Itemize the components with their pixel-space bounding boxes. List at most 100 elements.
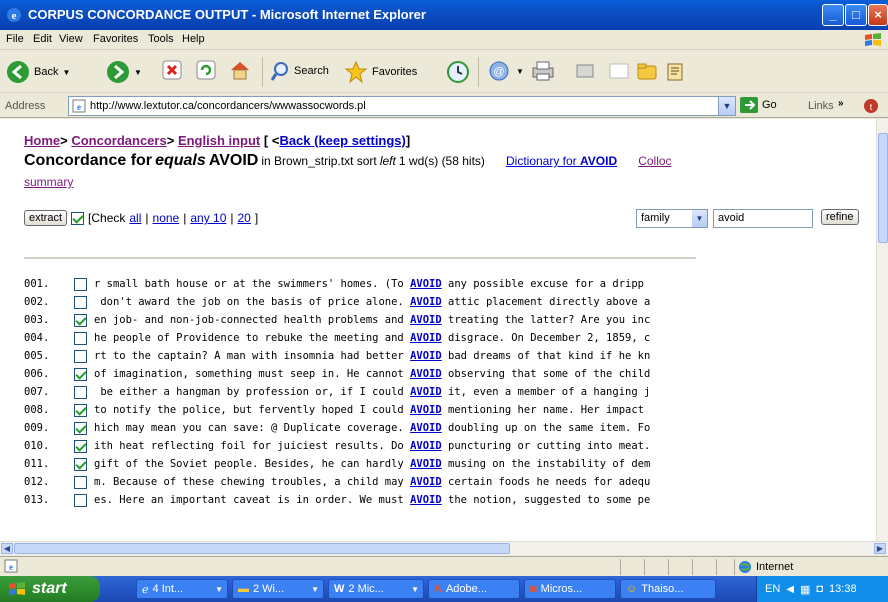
keyword-link[interactable]: AVOID: [410, 404, 442, 416]
go-button[interactable]: Go: [740, 97, 777, 113]
menu-favorites[interactable]: Favorites: [93, 33, 138, 45]
refresh-button[interactable]: [196, 60, 216, 80]
taskbar-item-windows[interactable]: ▬ 2 Wi... ▼: [232, 579, 324, 599]
scroll-right-icon[interactable]: ▶: [874, 543, 886, 554]
home-button[interactable]: [229, 60, 251, 80]
line-checkbox[interactable]: [74, 331, 87, 345]
keyword-link[interactable]: AVOID: [410, 422, 442, 434]
line-checkbox[interactable]: [74, 295, 87, 309]
url-text: http://www.lextutor.ca/concordancers/www…: [90, 100, 366, 112]
line-checkbox[interactable]: [74, 403, 87, 417]
start-label: start: [32, 580, 67, 597]
dictionary-link[interactable]: Dictionary for AVOID: [506, 154, 617, 168]
line-checkbox[interactable]: [74, 349, 87, 363]
horizontal-scrollbar[interactable]: ◀ ▶: [0, 541, 888, 555]
menu-edit[interactable]: Edit: [33, 33, 52, 45]
refine-button[interactable]: refine: [821, 209, 859, 225]
keyword-link[interactable]: AVOID: [410, 494, 442, 506]
keyword-link[interactable]: AVOID: [410, 368, 442, 380]
title-bar[interactable]: e CORPUS CONCORDANCE OUTPUT - Microsoft …: [0, 0, 888, 30]
tray-arrow-icon[interactable]: ◀: [786, 584, 794, 595]
line-checkbox[interactable]: [74, 493, 87, 507]
taskbar-item-microsoft[interactable]: ◙ Micros...: [524, 579, 616, 599]
scroll-left-icon[interactable]: ◀: [1, 543, 13, 554]
start-button[interactable]: start: [0, 576, 100, 602]
mail-button[interactable]: @ ▼: [486, 60, 524, 82]
keyword-link[interactable]: AVOID: [410, 458, 442, 470]
links-chevron-icon[interactable]: »: [838, 98, 844, 109]
colloc-link[interactable]: Colloc: [638, 154, 671, 168]
menu-help[interactable]: Help: [182, 33, 205, 45]
mail-dropdown-icon[interactable]: ▼: [516, 67, 524, 76]
check-none-link[interactable]: none: [153, 211, 180, 225]
horizontal-scroll-thumb[interactable]: [14, 543, 510, 554]
taskbar-item-adobe[interactable]: A Adobe...: [428, 579, 520, 599]
line-checkbox[interactable]: [74, 475, 87, 489]
research-button[interactable]: [664, 60, 686, 84]
menu-view[interactable]: View: [59, 33, 83, 45]
line-checkbox[interactable]: [74, 439, 87, 453]
vertical-scrollbar[interactable]: [876, 119, 888, 555]
home-link[interactable]: Home: [24, 133, 60, 148]
maximize-button[interactable]: □: [845, 4, 867, 26]
search-button[interactable]: Search: [270, 60, 329, 82]
close-button[interactable]: ×: [868, 4, 888, 26]
taskbar-item-word[interactable]: W2 Mic... ▼: [328, 579, 424, 599]
tray-volume-icon[interactable]: ◘: [816, 583, 823, 595]
vertical-scroll-thumb[interactable]: [878, 133, 888, 243]
taskbar-item-thaiso[interactable]: ☺ Thaiso...: [620, 579, 716, 599]
address-dropdown-icon[interactable]: ▼: [718, 97, 735, 115]
back-dropdown-icon[interactable]: ▼: [62, 68, 70, 77]
line-checkbox[interactable]: [74, 421, 87, 435]
stop-button[interactable]: [162, 60, 182, 80]
discuss-button[interactable]: [608, 60, 630, 82]
keyword-link[interactable]: AVOID: [410, 350, 442, 362]
line-checkbox[interactable]: [74, 385, 87, 399]
task-dropdown-icon: ▼: [311, 584, 319, 594]
line-checkbox[interactable]: [74, 313, 87, 327]
menu-tools[interactable]: Tools: [148, 33, 174, 45]
keyword-link[interactable]: AVOID: [410, 314, 442, 326]
check-all-link[interactable]: all: [129, 211, 141, 225]
search-word-input[interactable]: avoid: [713, 209, 813, 228]
language-indicator[interactable]: EN: [765, 583, 780, 595]
toolbar-extra-icon[interactable]: t: [862, 97, 880, 115]
line-checkbox[interactable]: [74, 367, 87, 381]
check-suffix-label: ]: [254, 211, 259, 225]
minimize-button[interactable]: _: [822, 4, 844, 26]
links-label[interactable]: Links: [808, 100, 834, 112]
keyword-link[interactable]: AVOID: [410, 440, 442, 452]
line-checkbox[interactable]: [74, 277, 87, 291]
address-input[interactable]: e http://www.lextutor.ca/concordancers/w…: [68, 96, 736, 116]
back-button[interactable]: Back ▼: [6, 60, 70, 84]
favorites-button[interactable]: Favorites: [344, 60, 417, 84]
mail-icon: @: [489, 61, 509, 81]
line-checkbox[interactable]: [74, 457, 87, 471]
summary-link[interactable]: summary: [24, 175, 73, 189]
edit-button[interactable]: [574, 60, 596, 82]
concordancers-link[interactable]: Concordancers: [71, 133, 166, 148]
history-button[interactable]: [446, 60, 470, 84]
check-20-link[interactable]: 20: [238, 211, 251, 225]
menu-file[interactable]: File: [6, 33, 24, 45]
family-select[interactable]: family ▼: [636, 209, 708, 228]
keyword-link[interactable]: AVOID: [410, 278, 442, 290]
forward-dropdown-icon[interactable]: ▼: [134, 68, 142, 77]
messenger-button[interactable]: [636, 60, 658, 82]
back-keep-settings-link[interactable]: Back (keep settings): [279, 133, 405, 148]
english-input-link[interactable]: English input: [178, 133, 260, 148]
star-icon: [344, 60, 368, 84]
print-button[interactable]: [530, 60, 556, 82]
check-any10-link[interactable]: any 10: [190, 211, 226, 225]
extract-button[interactable]: extract: [24, 210, 68, 226]
forward-button[interactable]: ▼: [106, 60, 142, 84]
window-title: CORPUS CONCORDANCE OUTPUT - Microsoft In…: [28, 7, 426, 22]
chevron-down-icon[interactable]: ▼: [692, 210, 707, 227]
tray-network-icon[interactable]: ▦: [800, 583, 810, 596]
keyword-link[interactable]: AVOID: [410, 332, 442, 344]
keyword-link[interactable]: AVOID: [410, 386, 442, 398]
keyword-link[interactable]: AVOID: [410, 296, 442, 308]
taskbar-item-internet[interactable]: ℯ4 Int... ▼: [136, 579, 228, 599]
select-all-checkbox[interactable]: [71, 211, 85, 225]
keyword-link[interactable]: AVOID: [410, 476, 442, 488]
